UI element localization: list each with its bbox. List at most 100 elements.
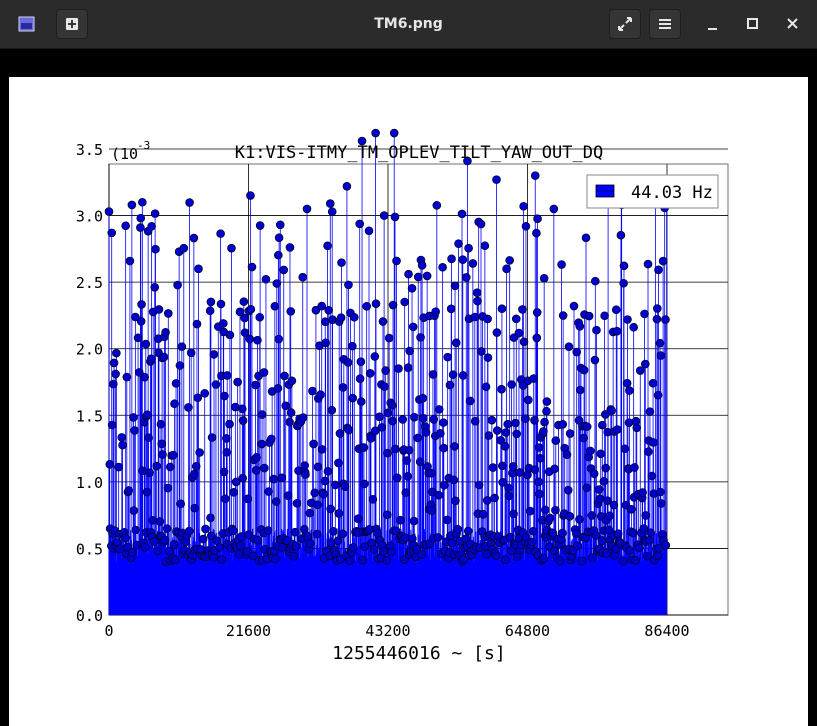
data-point bbox=[222, 448, 232, 457]
data-point bbox=[281, 401, 291, 411]
data-point bbox=[344, 280, 353, 290]
data-point bbox=[257, 439, 266, 449]
data-point bbox=[401, 533, 410, 542]
data-point bbox=[277, 473, 287, 483]
data-point bbox=[418, 413, 428, 423]
data-point bbox=[319, 490, 328, 499]
data-point bbox=[642, 551, 652, 561]
data-point bbox=[405, 445, 414, 455]
data-point bbox=[355, 374, 365, 384]
data-point bbox=[323, 466, 333, 476]
data-point bbox=[252, 452, 261, 462]
data-point bbox=[627, 504, 636, 514]
data-point bbox=[602, 549, 611, 558]
data-point bbox=[613, 529, 623, 538]
data-point bbox=[280, 371, 289, 381]
data-point bbox=[582, 422, 592, 431]
data-point bbox=[124, 486, 134, 495]
data-point bbox=[625, 386, 634, 395]
data-point bbox=[451, 338, 461, 348]
data-point bbox=[122, 372, 132, 382]
data-point bbox=[542, 406, 551, 416]
data-point bbox=[532, 228, 541, 238]
data-point bbox=[512, 429, 521, 439]
data-point bbox=[501, 555, 510, 564]
data-point bbox=[192, 319, 202, 329]
fullscreen-button[interactable] bbox=[609, 9, 641, 39]
data-point bbox=[457, 209, 467, 219]
data-point bbox=[530, 171, 540, 180]
data-point bbox=[362, 301, 371, 311]
y-exponent-label: (10 bbox=[111, 145, 138, 163]
data-point bbox=[158, 450, 167, 459]
data-point bbox=[647, 471, 657, 481]
data-point bbox=[270, 554, 280, 564]
data-point bbox=[159, 352, 169, 362]
data-point bbox=[501, 428, 511, 437]
data-point bbox=[542, 397, 552, 406]
data-point bbox=[579, 365, 589, 375]
data-point bbox=[653, 304, 662, 313]
data-point bbox=[150, 282, 160, 292]
data-point bbox=[114, 462, 123, 472]
data-point bbox=[161, 327, 170, 337]
data-point bbox=[323, 241, 332, 251]
image-viewport[interactable]: 0 21600 43200 64800 86400 0.0 0.5 1.0 1.5 2.0 2.5 3… bbox=[0, 49, 817, 726]
data-point bbox=[585, 446, 595, 456]
legend-entry: 44.03 Hz bbox=[631, 183, 713, 203]
data-point bbox=[236, 541, 245, 551]
data-point bbox=[463, 526, 473, 536]
data-point bbox=[360, 479, 369, 489]
data-point bbox=[601, 463, 611, 473]
data-point bbox=[592, 325, 601, 335]
data-point bbox=[597, 536, 607, 545]
data-point bbox=[442, 515, 452, 525]
maximize-button[interactable] bbox=[737, 9, 767, 39]
data-point bbox=[530, 465, 540, 474]
data-point bbox=[565, 512, 575, 521]
data-point bbox=[450, 281, 460, 291]
data-point bbox=[640, 309, 649, 319]
data-point bbox=[189, 469, 199, 479]
data-point bbox=[656, 351, 666, 360]
data-point bbox=[136, 316, 146, 326]
data-point bbox=[645, 407, 655, 416]
data-point bbox=[402, 456, 411, 465]
data-point bbox=[356, 397, 366, 406]
data-point bbox=[189, 233, 199, 243]
data-point bbox=[539, 554, 549, 563]
data-point bbox=[138, 197, 147, 207]
data-point bbox=[654, 265, 663, 275]
title-bar[interactable]: TM6.png bbox=[0, 0, 817, 49]
data-point bbox=[348, 543, 358, 552]
data-point bbox=[541, 505, 550, 515]
menu-button[interactable] bbox=[649, 9, 681, 39]
data-point bbox=[320, 317, 330, 326]
data-point bbox=[240, 313, 249, 323]
data-point bbox=[529, 374, 539, 383]
data-point bbox=[343, 358, 353, 367]
data-point bbox=[530, 415, 539, 425]
y-exponent-power: -3 bbox=[137, 139, 150, 152]
data-point bbox=[290, 527, 300, 537]
minimize-button[interactable] bbox=[697, 9, 727, 39]
data-point bbox=[458, 371, 468, 380]
data-point bbox=[136, 213, 146, 223]
x-axis-label: 1255446016 ~ [s] bbox=[332, 643, 505, 664]
data-point bbox=[564, 342, 574, 351]
data-point bbox=[140, 543, 150, 552]
data-point bbox=[165, 462, 175, 472]
close-button[interactable] bbox=[777, 9, 807, 39]
data-point bbox=[468, 259, 478, 268]
data-point bbox=[263, 526, 273, 535]
data-point bbox=[503, 419, 513, 429]
data-point bbox=[334, 458, 343, 468]
data-point bbox=[532, 333, 542, 343]
data-point bbox=[416, 333, 425, 342]
data-point bbox=[523, 395, 533, 405]
data-point bbox=[302, 204, 312, 214]
data-point bbox=[366, 433, 376, 443]
data-point bbox=[329, 526, 338, 536]
data-point bbox=[274, 250, 283, 260]
data-point bbox=[449, 475, 459, 485]
